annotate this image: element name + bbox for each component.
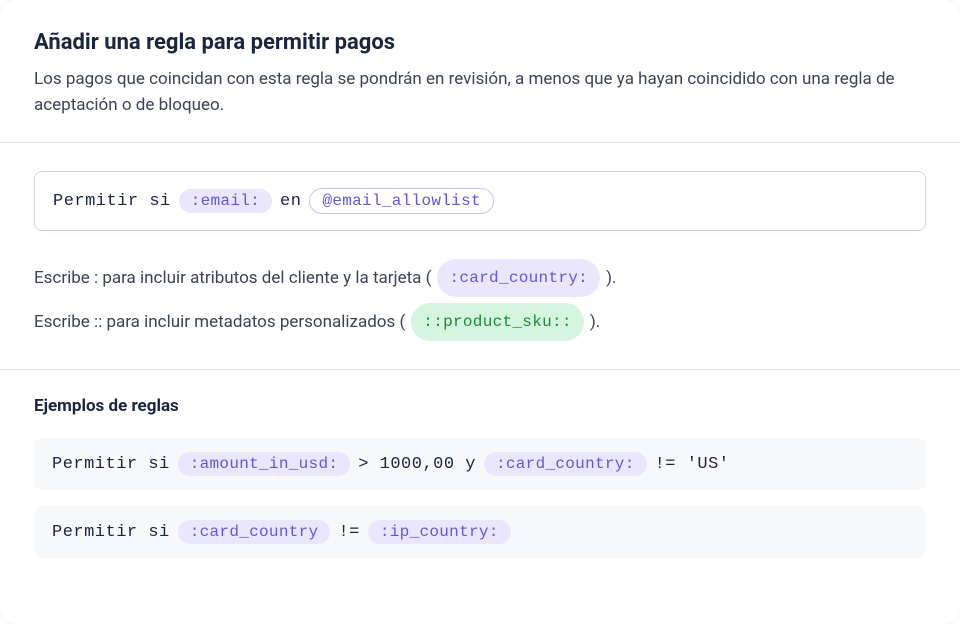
example-rule-2[interactable]: Permitir si :card_country != :ip_country…	[34, 506, 926, 558]
rule-operator: > 1000,00 y	[358, 455, 476, 474]
rule-operator: en	[280, 192, 301, 211]
card-country-token: :card_country:	[437, 259, 600, 297]
examples-title: Ejemplos de reglas	[34, 396, 926, 416]
panel-content: Permitir si :email: en @email_allowlist …	[0, 143, 960, 558]
hint-text: Escribe :: para incluir metadatos person…	[34, 305, 405, 339]
page-subtitle: Los pagos que coincidan con esta regla s…	[34, 67, 926, 118]
examples-section: Ejemplos de reglas Permitir si :amount_i…	[34, 370, 926, 558]
hint-attributes: Escribe : para incluir atributos del cli…	[34, 259, 926, 297]
page-title: Añadir una regla para permitir pagos	[34, 30, 926, 55]
amount-in-usd-token: :amount_in_usd:	[178, 452, 351, 476]
hint-text-suffix: ).	[590, 305, 600, 339]
panel-header: Añadir una regla para permitir pagos Los…	[0, 0, 960, 143]
rule-operator: !=	[338, 523, 359, 542]
card-country-token: :card_country	[178, 520, 331, 544]
hint-metadata: Escribe :: para incluir metadatos person…	[34, 303, 926, 341]
rule-operator: != 'US'	[655, 455, 730, 474]
email-attribute-token[interactable]: :email:	[179, 189, 272, 213]
rule-prefix: Permitir si	[52, 455, 170, 474]
example-rule-1[interactable]: Permitir si :amount_in_usd: > 1000,00 y …	[34, 438, 926, 490]
rule-prefix: Permitir si	[53, 192, 171, 211]
rule-prefix: Permitir si	[52, 523, 170, 542]
hint-text-suffix: ).	[606, 261, 616, 295]
rule-editor-panel: Añadir una regla para permitir pagos Los…	[0, 0, 960, 624]
hint-text: Escribe : para incluir atributos del cli…	[34, 261, 431, 295]
rule-expression-input[interactable]: Permitir si :email: en @email_allowlist	[34, 171, 926, 231]
email-allowlist-token[interactable]: @email_allowlist	[309, 188, 493, 214]
ip-country-token: :ip_country:	[368, 520, 511, 544]
product-sku-token: ::product_sku::	[411, 303, 584, 341]
card-country-token: :card_country:	[484, 452, 647, 476]
syntax-hints: Escribe : para incluir atributos del cli…	[34, 259, 926, 341]
